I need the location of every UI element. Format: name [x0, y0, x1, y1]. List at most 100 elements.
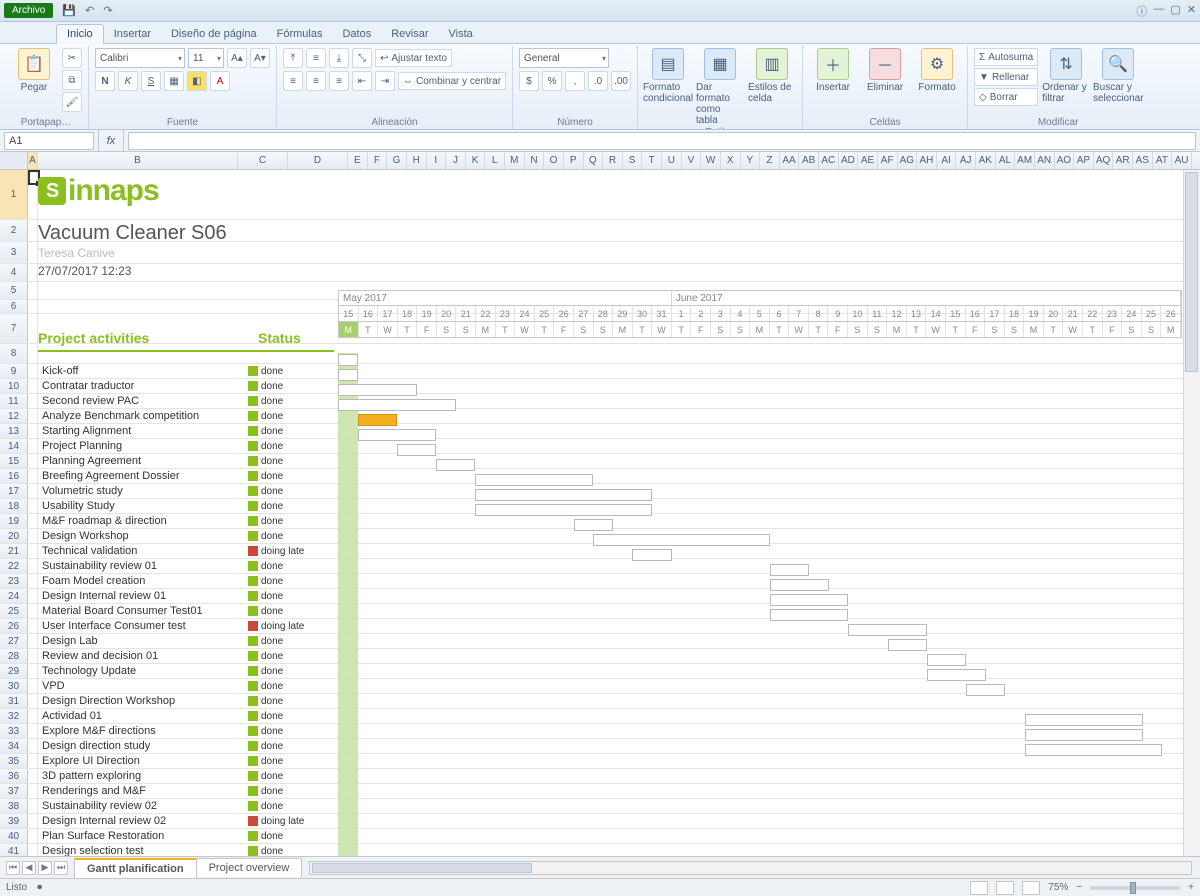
column-header[interactable]: C	[238, 152, 288, 169]
column-header[interactable]: G	[387, 152, 407, 169]
font-color-icon[interactable]: A	[210, 71, 230, 91]
row-header[interactable]: 19	[0, 514, 28, 528]
ribbon-tab[interactable]: Fórmulas	[267, 25, 333, 43]
row-header[interactable]: 31	[0, 694, 28, 708]
row-header[interactable]: 29	[0, 664, 28, 678]
percent-icon[interactable]: %	[542, 71, 562, 91]
ribbon-tab[interactable]: Inicio	[56, 24, 104, 44]
ribbon-tab[interactable]: Insertar	[104, 25, 161, 43]
column-header[interactable]: O	[544, 152, 564, 169]
horizontal-scrollbar[interactable]	[309, 861, 1192, 875]
find-select-button[interactable]: 🔍Buscar y seleccionar	[1094, 48, 1142, 104]
dec-decimal-icon[interactable]: .00	[611, 71, 631, 91]
autosum-button[interactable]: Σ Autosuma	[974, 48, 1038, 66]
sheet-last-icon[interactable]: ⏭	[54, 861, 68, 875]
align-left-icon[interactable]: ≡	[283, 71, 303, 91]
merge-center-button[interactable]: ⇔Combinar y centrar	[398, 72, 506, 90]
format-cells-button[interactable]: ⚙Formato	[913, 48, 961, 93]
ribbon-tab[interactable]: Datos	[332, 25, 381, 43]
column-header[interactable]: A	[28, 152, 38, 169]
minimize-icon[interactable]: —	[1153, 3, 1164, 19]
column-header[interactable]: S	[623, 152, 643, 169]
row-header[interactable]: 23	[0, 574, 28, 588]
border-icon[interactable]: ▦	[164, 71, 184, 91]
undo-icon[interactable]: ↶	[85, 5, 94, 17]
zoom-slider[interactable]	[1090, 886, 1180, 890]
paste-button[interactable]: 📋Pegar	[10, 48, 58, 93]
column-header[interactable]: AO	[1055, 152, 1075, 169]
column-header[interactable]: I	[427, 152, 447, 169]
column-header[interactable]: AC	[819, 152, 839, 169]
row-header[interactable]: 32	[0, 709, 28, 723]
help-icon[interactable]: ⓘ	[1136, 3, 1147, 19]
delete-cells-button[interactable]: －Eliminar	[861, 48, 909, 93]
row-header[interactable]: 39	[0, 814, 28, 828]
format-table-button[interactable]: ▦Dar formato como tabla	[696, 48, 744, 126]
column-header[interactable]: AP	[1074, 152, 1094, 169]
copy-icon[interactable]: ⧉	[62, 70, 82, 90]
column-header[interactable]: AE	[858, 152, 878, 169]
sheet-prev-icon[interactable]: ◀	[22, 861, 36, 875]
column-header[interactable]: AK	[976, 152, 996, 169]
row-header[interactable]: 37	[0, 784, 28, 798]
view-pagebreak-icon[interactable]	[1022, 881, 1040, 895]
column-header[interactable]: Y	[741, 152, 761, 169]
cell-styles-button[interactable]: ▥Estilos de celda	[748, 48, 796, 104]
column-header[interactable]: AG	[898, 152, 918, 169]
column-header[interactable]: AQ	[1094, 152, 1114, 169]
formula-input[interactable]	[128, 132, 1196, 150]
row-header[interactable]: 22	[0, 559, 28, 573]
row-header[interactable]: 12	[0, 409, 28, 423]
column-header[interactable]: T	[642, 152, 662, 169]
file-button[interactable]: Archivo	[4, 3, 53, 18]
comma-icon[interactable]: ,	[565, 71, 585, 91]
fill-color-icon[interactable]: ◧	[187, 71, 207, 91]
column-header[interactable]: X	[721, 152, 741, 169]
column-header[interactable]: U	[662, 152, 682, 169]
column-header[interactable]: H	[407, 152, 427, 169]
font-name-combo[interactable]: Calibri	[95, 48, 185, 68]
column-header[interactable]: B	[38, 152, 238, 169]
column-header[interactable]: AF	[878, 152, 898, 169]
row-header[interactable]: 14	[0, 439, 28, 453]
scroll-thumb[interactable]	[312, 863, 532, 873]
row-header[interactable]: 4	[0, 264, 28, 281]
row-header[interactable]: 28	[0, 649, 28, 663]
column-header[interactable]: AN	[1035, 152, 1055, 169]
indent-inc-icon[interactable]: ⇥	[375, 71, 395, 91]
row-header[interactable]: 26	[0, 619, 28, 633]
align-right-icon[interactable]: ≡	[329, 71, 349, 91]
ribbon-tab[interactable]: Diseño de página	[161, 25, 267, 43]
row-header[interactable]: 16	[0, 469, 28, 483]
name-box[interactable]: A1	[4, 132, 94, 150]
column-header[interactable]: AL	[996, 152, 1016, 169]
row-header[interactable]: 33	[0, 724, 28, 738]
row-header[interactable]: 20	[0, 529, 28, 543]
sort-filter-button[interactable]: ⇅Ordenar y filtrar	[1042, 48, 1090, 104]
row-header[interactable]: 30	[0, 679, 28, 693]
row-header[interactable]: 34	[0, 739, 28, 753]
sheet-tab-overview[interactable]: Project overview	[196, 858, 303, 877]
cut-icon[interactable]: ✂	[62, 48, 82, 68]
row-header[interactable]: 15	[0, 454, 28, 468]
align-top-icon[interactable]: ⤒	[283, 48, 303, 68]
sheet-tab-gantt[interactable]: Gantt planification	[74, 858, 197, 878]
column-header[interactable]: AT	[1153, 152, 1173, 169]
row-header[interactable]: 10	[0, 379, 28, 393]
row-header[interactable]: 2	[0, 220, 28, 241]
wrap-text-button[interactable]: ↩Ajustar texto	[375, 49, 452, 67]
column-header[interactable]: L	[485, 152, 505, 169]
column-header[interactable]: F	[368, 152, 388, 169]
row-header[interactable]: 11	[0, 394, 28, 408]
column-header[interactable]: AU	[1172, 152, 1192, 169]
row-header[interactable]: 6	[0, 300, 28, 313]
sheet-first-icon[interactable]: ⏮	[6, 861, 20, 875]
row-header[interactable]: 21	[0, 544, 28, 558]
conditional-format-button[interactable]: ▤Formato condicional	[644, 48, 692, 104]
zoom-in-icon[interactable]: +	[1188, 882, 1194, 893]
inc-decimal-icon[interactable]: .0	[588, 71, 608, 91]
column-header[interactable]: AM	[1015, 152, 1035, 169]
ribbon-tab[interactable]: Vista	[439, 25, 483, 43]
column-header[interactable]: E	[348, 152, 368, 169]
sheet-next-icon[interactable]: ▶	[38, 861, 52, 875]
